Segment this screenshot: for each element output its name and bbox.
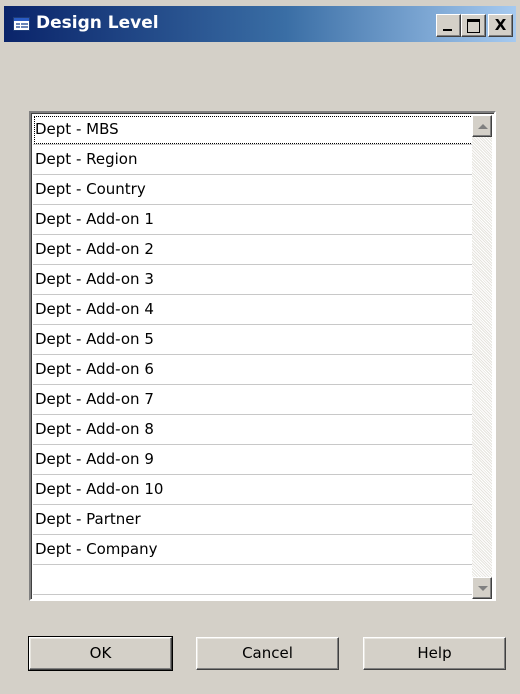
close-button[interactable]: X bbox=[488, 14, 513, 37]
list-item[interactable]: Dept - Country bbox=[33, 175, 476, 205]
window-title: Design Level bbox=[36, 13, 159, 33]
list-item-empty[interactable] bbox=[33, 565, 476, 595]
help-button[interactable]: Help bbox=[363, 637, 506, 670]
list-item[interactable]: Dept - Add-on 1 bbox=[33, 205, 476, 235]
cancel-button[interactable]: Cancel bbox=[196, 637, 339, 670]
list-item[interactable]: Dept - Add-on 7 bbox=[33, 385, 476, 415]
list-item[interactable]: Dept - Add-on 9 bbox=[33, 445, 476, 475]
close-icon: X bbox=[494, 16, 507, 34]
arrow-down-icon bbox=[478, 586, 488, 591]
arrow-up-icon bbox=[478, 124, 488, 129]
list-item[interactable]: Dept - Add-on 3 bbox=[33, 265, 476, 295]
list-item[interactable]: Dept - Partner bbox=[33, 505, 476, 535]
table-icon bbox=[13, 17, 30, 31]
list-item[interactable]: Dept - Add-on 6 bbox=[33, 355, 476, 385]
list-item[interactable]: Dept - Company bbox=[33, 535, 476, 565]
list-item[interactable]: Dept - Add-on 8 bbox=[33, 415, 476, 445]
ok-button[interactable]: OK bbox=[28, 636, 173, 671]
list-item[interactable]: Dept - Region bbox=[33, 145, 476, 175]
minimize-button[interactable] bbox=[436, 14, 461, 37]
list-item[interactable]: Dept - Add-on 4 bbox=[33, 295, 476, 325]
vertical-scrollbar[interactable] bbox=[472, 115, 492, 599]
list-item[interactable]: Dept - MBS bbox=[33, 115, 476, 145]
scroll-down-button[interactable] bbox=[472, 577, 492, 599]
design-level-dialog: Design Level X Dept - MBS Dept - Region … bbox=[0, 0, 520, 694]
title-bar[interactable]: Design Level X bbox=[4, 6, 516, 42]
scroll-up-button[interactable] bbox=[472, 115, 492, 137]
maximize-button[interactable] bbox=[461, 14, 486, 37]
list-item[interactable]: Dept - Add-on 10 bbox=[33, 475, 476, 505]
list-rows: Dept - MBS Dept - Region Dept - Country … bbox=[33, 115, 476, 595]
design-level-list[interactable]: Dept - MBS Dept - Region Dept - Country … bbox=[29, 111, 496, 601]
list-item[interactable]: Dept - Add-on 2 bbox=[33, 235, 476, 265]
list-item[interactable]: Dept - Add-on 5 bbox=[33, 325, 476, 355]
